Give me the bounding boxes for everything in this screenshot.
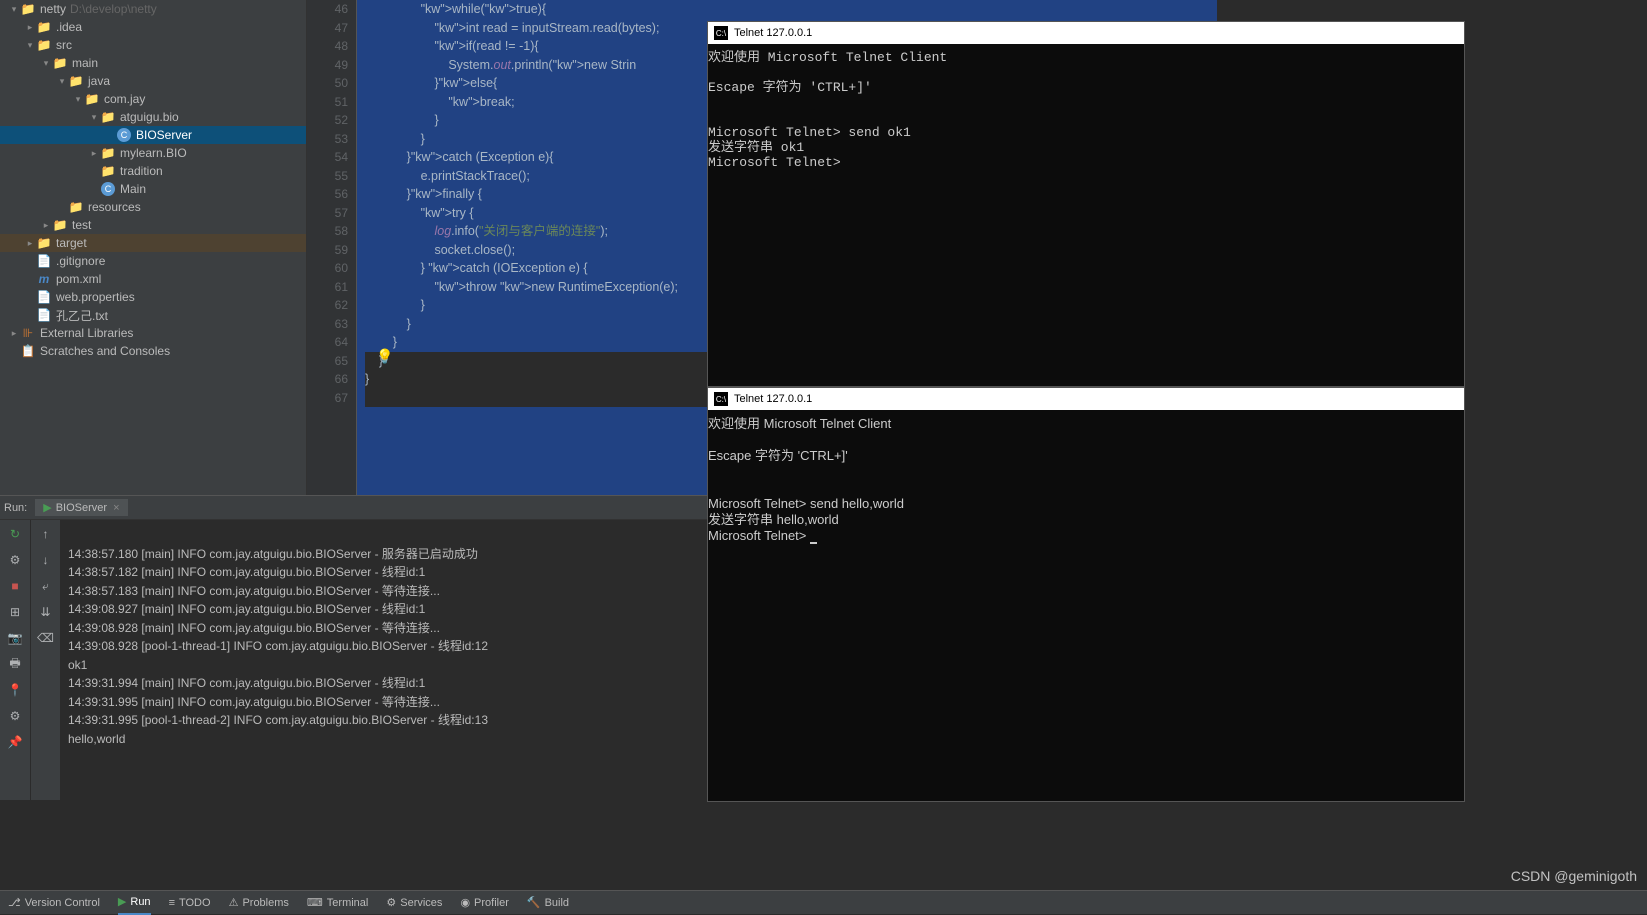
tree-node-src[interactable]: ▾📁src xyxy=(0,36,306,54)
console-line: 14:38:57.183 [main] INFO com.jay.atguigu… xyxy=(68,582,699,601)
console-line: 14:39:08.928 [main] INFO com.jay.atguigu… xyxy=(68,619,699,638)
status-bar: ⎇Version Control ▶Run ≡TODO ⚠Problems ⌨Termi… xyxy=(0,890,1647,914)
console-line: 14:39:31.995 [pool-1-thread-2] INFO com.… xyxy=(68,711,699,730)
run-tool-window: Run: ▶ BIOServer × ↻ ⚙ ■ ⊞ 📷 🖶 📍 ⚙ 📌 ↑ ↓… xyxy=(0,495,707,800)
layout-icon[interactable]: ⊞ xyxy=(5,602,25,622)
tree-node--gitignore[interactable]: 📄.gitignore xyxy=(0,252,306,270)
run-header: Run: ▶ BIOServer × xyxy=(0,496,707,520)
console-line: 14:38:57.182 [main] INFO com.jay.atguigu… xyxy=(68,563,699,582)
telnet-window-1[interactable]: C:\ Telnet 127.0.0.1 欢迎使用 Microsoft Teln… xyxy=(707,21,1465,387)
run-label: Run: xyxy=(4,502,27,514)
push-icon[interactable]: 📌 xyxy=(5,732,25,752)
tree-node-scratches-and-consoles[interactable]: 📋Scratches and Consoles xyxy=(0,342,306,360)
run-icon[interactable]: ⚙ xyxy=(5,550,25,570)
settings-icon[interactable]: ⚙ xyxy=(5,706,25,726)
blurred-line xyxy=(68,526,699,545)
telnet-title-1[interactable]: C:\ Telnet 127.0.0.1 xyxy=(708,22,1464,44)
cursor xyxy=(810,542,817,544)
wrap-icon[interactable]: ⤶ xyxy=(36,576,56,596)
cmd-icon: C:\ xyxy=(714,392,728,406)
print-icon[interactable]: 🖶 xyxy=(5,654,25,674)
version control-icon: ⎇ xyxy=(8,896,21,909)
statusbar-terminal[interactable]: ⌨Terminal xyxy=(307,896,368,909)
tree-node--idea[interactable]: ▸📁.idea xyxy=(0,18,306,36)
statusbar-services[interactable]: ⚙Services xyxy=(386,896,442,909)
scroll-icon[interactable]: ⇊ xyxy=(36,602,56,622)
cmd-icon: C:\ xyxy=(714,26,728,40)
clear-icon[interactable]: ⌫ xyxy=(36,628,56,648)
watermark: CSDN @geminigoth xyxy=(1511,868,1637,884)
run-sidebar-left: ↻ ⚙ ■ ⊞ 📷 🖶 📍 ⚙ 📌 xyxy=(0,520,30,800)
rerun-icon[interactable]: ↻ xyxy=(5,524,25,544)
console-line: ok1 xyxy=(68,656,699,675)
run-sidebar-right: ↑ ↓ ⤶ ⇊ ⌫ xyxy=(30,520,60,800)
tree-node-bioserver[interactable]: CBIOServer xyxy=(0,126,306,144)
tree-node-pom-xml[interactable]: mpom.xml xyxy=(0,270,306,288)
tree-node-target[interactable]: ▸📁target xyxy=(0,234,306,252)
services-icon: ⚙ xyxy=(386,896,396,909)
editor-gutter: 4647484950515253545556575859606162636465… xyxy=(307,0,357,495)
pin-icon[interactable]: 📍 xyxy=(5,680,25,700)
tree-node-resources[interactable]: 📁resources xyxy=(0,198,306,216)
tree-node-atguigu-bio[interactable]: ▾📁atguigu.bio xyxy=(0,108,306,126)
console-line: 14:39:08.928 [pool-1-thread-1] INFO com.… xyxy=(68,637,699,656)
statusbar-run[interactable]: ▶Run xyxy=(118,891,151,915)
console-line: 14:38:57.180 [main] INFO com.jay.atguigu… xyxy=(68,545,699,564)
tree-node-external-libraries[interactable]: ▸⊪External Libraries xyxy=(0,324,306,342)
tree-node-mylearn-bio[interactable]: ▸📁mylearn.BIO xyxy=(0,144,306,162)
tree-node-main[interactable]: ▾📁main xyxy=(0,54,306,72)
capture-icon[interactable]: 📷 xyxy=(5,628,25,648)
statusbar-version-control[interactable]: ⎇Version Control xyxy=(8,896,100,909)
down-icon[interactable]: ↓ xyxy=(36,550,56,570)
project-tree[interactable]: ▾📁netty D:\develop\netty▸📁.idea▾📁src▾📁ma… xyxy=(0,0,306,360)
telnet-body-1[interactable]: 欢迎使用 Microsoft Telnet Client Escape 字符为 … xyxy=(708,44,1464,176)
telnet-body-2[interactable]: 欢迎使用 Microsoft Telnet Client Escape 字符为 … xyxy=(708,410,1464,550)
statusbar-build[interactable]: 🔨Build xyxy=(527,896,569,909)
tree-node-----txt[interactable]: 📄孔乙己.txt xyxy=(0,306,306,324)
tree-node-tradition[interactable]: 📁tradition xyxy=(0,162,306,180)
build-icon: 🔨 xyxy=(527,896,541,909)
telnet-window-2[interactable]: C:\ Telnet 127.0.0.1 欢迎使用 Microsoft Teln… xyxy=(707,387,1465,802)
console-output[interactable]: 14:38:57.180 [main] INFO com.jay.atguigu… xyxy=(60,520,707,800)
telnet-title-2[interactable]: C:\ Telnet 127.0.0.1 xyxy=(708,388,1464,410)
lightbulb-icon[interactable]: 💡 xyxy=(376,348,393,365)
statusbar-todo[interactable]: ≡TODO xyxy=(169,897,211,909)
project-tree-panel: ▾📁netty D:\develop\netty▸📁.idea▾📁src▾📁ma… xyxy=(0,0,307,495)
problems-icon: ⚠ xyxy=(229,896,239,909)
statusbar-profiler[interactable]: ◉Profiler xyxy=(460,896,508,909)
console-line: 14:39:31.994 [main] INFO com.jay.atguigu… xyxy=(68,674,699,693)
tree-node-main[interactable]: CMain xyxy=(0,180,306,198)
up-icon[interactable]: ↑ xyxy=(36,524,56,544)
console-line: 14:39:08.927 [main] INFO com.jay.atguigu… xyxy=(68,600,699,619)
tree-node-java[interactable]: ▾📁java xyxy=(0,72,306,90)
run-icon: ▶ xyxy=(118,895,126,908)
tree-node-test[interactable]: ▸📁test xyxy=(0,216,306,234)
stop-icon[interactable]: ■ xyxy=(5,576,25,596)
tree-node-web-properties[interactable]: 📄web.properties xyxy=(0,288,306,306)
play-icon: ▶ xyxy=(43,501,51,514)
run-tab[interactable]: ▶ BIOServer × xyxy=(35,499,127,516)
console-line: 14:39:31.995 [main] INFO com.jay.atguigu… xyxy=(68,693,699,712)
profiler-icon: ◉ xyxy=(460,896,470,909)
tree-node-netty[interactable]: ▾📁netty D:\develop\netty xyxy=(0,0,306,18)
close-icon[interactable]: × xyxy=(113,502,119,514)
terminal-icon: ⌨ xyxy=(307,896,323,909)
todo-icon: ≡ xyxy=(169,897,175,909)
statusbar-problems[interactable]: ⚠Problems xyxy=(229,896,289,909)
tree-node-com-jay[interactable]: ▾📁com.jay xyxy=(0,90,306,108)
console-line: hello,world xyxy=(68,730,699,749)
